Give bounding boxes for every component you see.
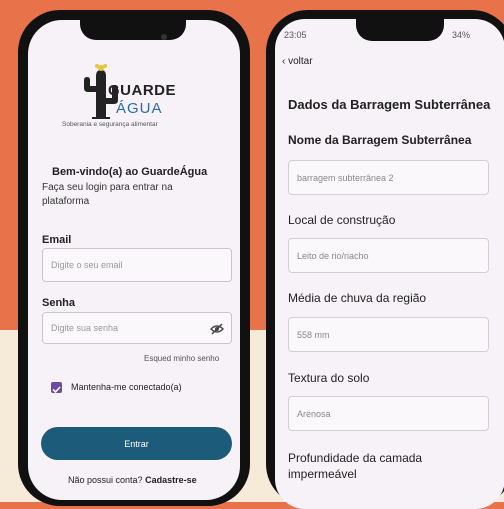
rainfall-input[interactable]: 558 mm xyxy=(288,317,489,352)
soil-texture-label: Textura do solo xyxy=(288,371,370,385)
signup-link[interactable]: Cadastre-se xyxy=(145,475,197,485)
enter-button-label: Entrar xyxy=(124,438,149,449)
signup-row: Não possui conta? Cadastre-se xyxy=(68,475,197,485)
form-title: Dados da Barragem Subterrânea xyxy=(288,97,491,112)
camera-icon xyxy=(161,34,167,40)
password-field[interactable]: Digite sua senha xyxy=(42,312,232,344)
soil-texture-input[interactable]: Arenosa xyxy=(288,396,489,431)
rainfall-value: 558 mm xyxy=(297,329,330,340)
logo-tagline: Soberania e segurança alimentar xyxy=(62,121,158,128)
login-subtitle: Faça seu login para entrar na plataforma xyxy=(42,182,173,207)
location-label: Local de construção xyxy=(288,213,396,227)
logo-subtitle: ÁGUA xyxy=(116,100,163,117)
phone-notch xyxy=(356,19,444,41)
rainfall-label: Média de chuva da região xyxy=(288,291,427,305)
forgot-password-link[interactable]: Esqued minho senho xyxy=(144,354,219,363)
back-label: voltar xyxy=(288,56,313,67)
check-icon xyxy=(52,386,61,394)
logo-title: GUARDE xyxy=(108,82,177,99)
email-label: Email xyxy=(42,234,72,246)
depth-label: Profundidade da camada impermeável xyxy=(288,451,423,481)
status-battery: 34% xyxy=(452,30,471,40)
back-button[interactable]: ‹ voltar xyxy=(282,56,313,67)
remember-checkbox[interactable] xyxy=(51,382,62,394)
dam-name-input[interactable]: barragem subterrânea 2 xyxy=(288,160,489,195)
welcome-heading: Bem-vindo(a) ao GuardeÁgua xyxy=(52,166,208,178)
status-time: 23:05 xyxy=(284,30,307,40)
dam-name-label: Nome da Barragem Subterrânea xyxy=(288,133,472,147)
soil-texture-value: Arenosa xyxy=(297,408,331,419)
chevron-left-icon: ‹ xyxy=(282,56,286,67)
password-placeholder: Digite sua senha xyxy=(51,323,119,333)
location-value: Leito de rio/riacho xyxy=(297,250,369,261)
enter-button[interactable]: Entrar xyxy=(41,427,232,460)
email-placeholder: Digite o seu email xyxy=(51,260,123,270)
eye-off-icon[interactable] xyxy=(210,322,224,336)
phone-notch xyxy=(80,20,186,40)
password-label: Senha xyxy=(42,297,76,309)
email-field[interactable]: Digite o seu email xyxy=(42,248,232,282)
remember-label: Mantenha-me conectado(a) xyxy=(71,382,182,392)
dam-name-value: barragem subterrânea 2 xyxy=(297,172,394,183)
location-input[interactable]: Leito de rio/riacho xyxy=(288,238,489,273)
no-account-text: Não possui conta? xyxy=(68,475,143,485)
